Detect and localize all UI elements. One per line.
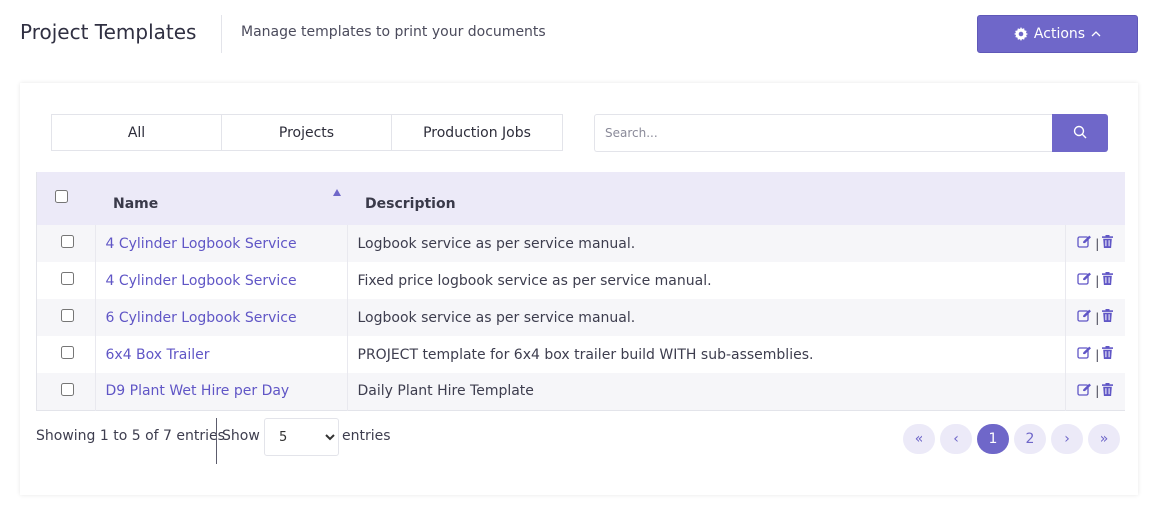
edit-icon[interactable] (1077, 383, 1092, 400)
templates-card: All Projects Production Jobs Name Descri… (20, 83, 1138, 495)
last-page-button[interactable]: » (1088, 424, 1120, 454)
template-description: Fixed price logbook service as per servi… (347, 262, 1066, 299)
tab-all[interactable]: All (52, 115, 222, 150)
column-header-name[interactable]: Name (95, 172, 347, 225)
footer-divider (216, 418, 217, 464)
first-page-button[interactable]: « (903, 424, 935, 454)
template-description: Logbook service as per service manual. (347, 225, 1066, 262)
page-title: Project Templates (20, 20, 197, 44)
trash-icon[interactable] (1102, 382, 1114, 400)
row-checkbox[interactable] (61, 382, 74, 396)
action-separator: | (1095, 347, 1100, 362)
chevron-up-icon (1091, 30, 1101, 38)
column-header-description[interactable]: Description (347, 172, 1065, 225)
trash-icon[interactable] (1102, 346, 1114, 363)
template-name-link[interactable]: D9 Plant Wet Hire per Day (106, 383, 290, 399)
show-label: Show (222, 428, 260, 444)
action-separator: | (1095, 384, 1100, 399)
row-checkbox[interactable] (61, 309, 74, 322)
trash-icon[interactable] (1102, 235, 1114, 252)
template-name-link[interactable]: 4 Cylinder Logbook Service (106, 273, 297, 289)
templates-table: Name Description 4 Cylinder Logbook Serv… (36, 172, 1125, 411)
edit-icon[interactable] (1077, 272, 1092, 289)
page-size-select[interactable]: 5 (264, 418, 339, 456)
previous-page-button[interactable]: ‹ (940, 424, 972, 454)
action-separator: | (1095, 236, 1100, 251)
tab-production-jobs[interactable]: Production Jobs (392, 115, 562, 150)
filter-tabs: All Projects Production Jobs (51, 114, 563, 151)
action-separator: | (1095, 310, 1100, 325)
table-row: 4 Cylinder Logbook Service Logbook servi… (37, 225, 1125, 262)
row-checkbox[interactable] (61, 272, 74, 285)
template-name-link[interactable]: 4 Cylinder Logbook Service (106, 236, 297, 252)
actions-button[interactable]: Actions (977, 15, 1138, 53)
select-all-checkbox[interactable] (55, 190, 68, 203)
row-checkbox[interactable] (61, 346, 74, 359)
sort-ascending-icon (333, 189, 341, 196)
column-header-name-label: Name (113, 195, 159, 212)
search-button[interactable] (1052, 114, 1108, 152)
action-separator: | (1095, 273, 1100, 288)
column-header-actions (1065, 172, 1125, 225)
entries-label: entries (342, 428, 391, 444)
page-subtitle: Manage templates to print your documents (241, 24, 546, 40)
search-icon (1073, 125, 1087, 142)
table-row: 6x4 Box Trailer PROJECT template for 6x4… (37, 336, 1125, 373)
row-checkbox[interactable] (61, 235, 74, 248)
pagination: « ‹ 1 2 › » (903, 424, 1120, 454)
trash-icon[interactable] (1102, 309, 1114, 326)
tab-projects[interactable]: Projects (222, 115, 392, 150)
template-name-link[interactable]: 6x4 Box Trailer (106, 347, 210, 363)
template-description: Daily Plant Hire Template (347, 373, 1066, 410)
table-row: 6 Cylinder Logbook Service Logbook servi… (37, 299, 1125, 336)
template-name-link[interactable]: 6 Cylinder Logbook Service (106, 310, 297, 326)
column-header-description-label: Description (365, 195, 456, 212)
page-button-2[interactable]: 2 (1014, 424, 1046, 454)
table-header-row: Name Description (37, 172, 1125, 225)
entries-info: Showing 1 to 5 of 7 entries (36, 428, 225, 444)
table-row: 4 Cylinder Logbook Service Fixed price l… (37, 262, 1125, 299)
title-divider (221, 15, 222, 53)
edit-icon[interactable] (1077, 309, 1092, 326)
actions-label: Actions (1033, 26, 1086, 42)
template-description: PROJECT template for 6x4 box trailer bui… (347, 336, 1066, 373)
gear-icon (1013, 27, 1028, 41)
edit-icon[interactable] (1077, 346, 1092, 363)
template-description: Logbook service as per service manual. (347, 299, 1066, 336)
trash-icon[interactable] (1102, 272, 1114, 289)
page-button-1[interactable]: 1 (977, 424, 1009, 454)
table-row: D9 Plant Wet Hire per Day Daily Plant Hi… (37, 373, 1125, 410)
next-page-button[interactable]: › (1051, 424, 1083, 454)
edit-icon[interactable] (1077, 235, 1092, 252)
search-input[interactable] (594, 114, 1052, 152)
